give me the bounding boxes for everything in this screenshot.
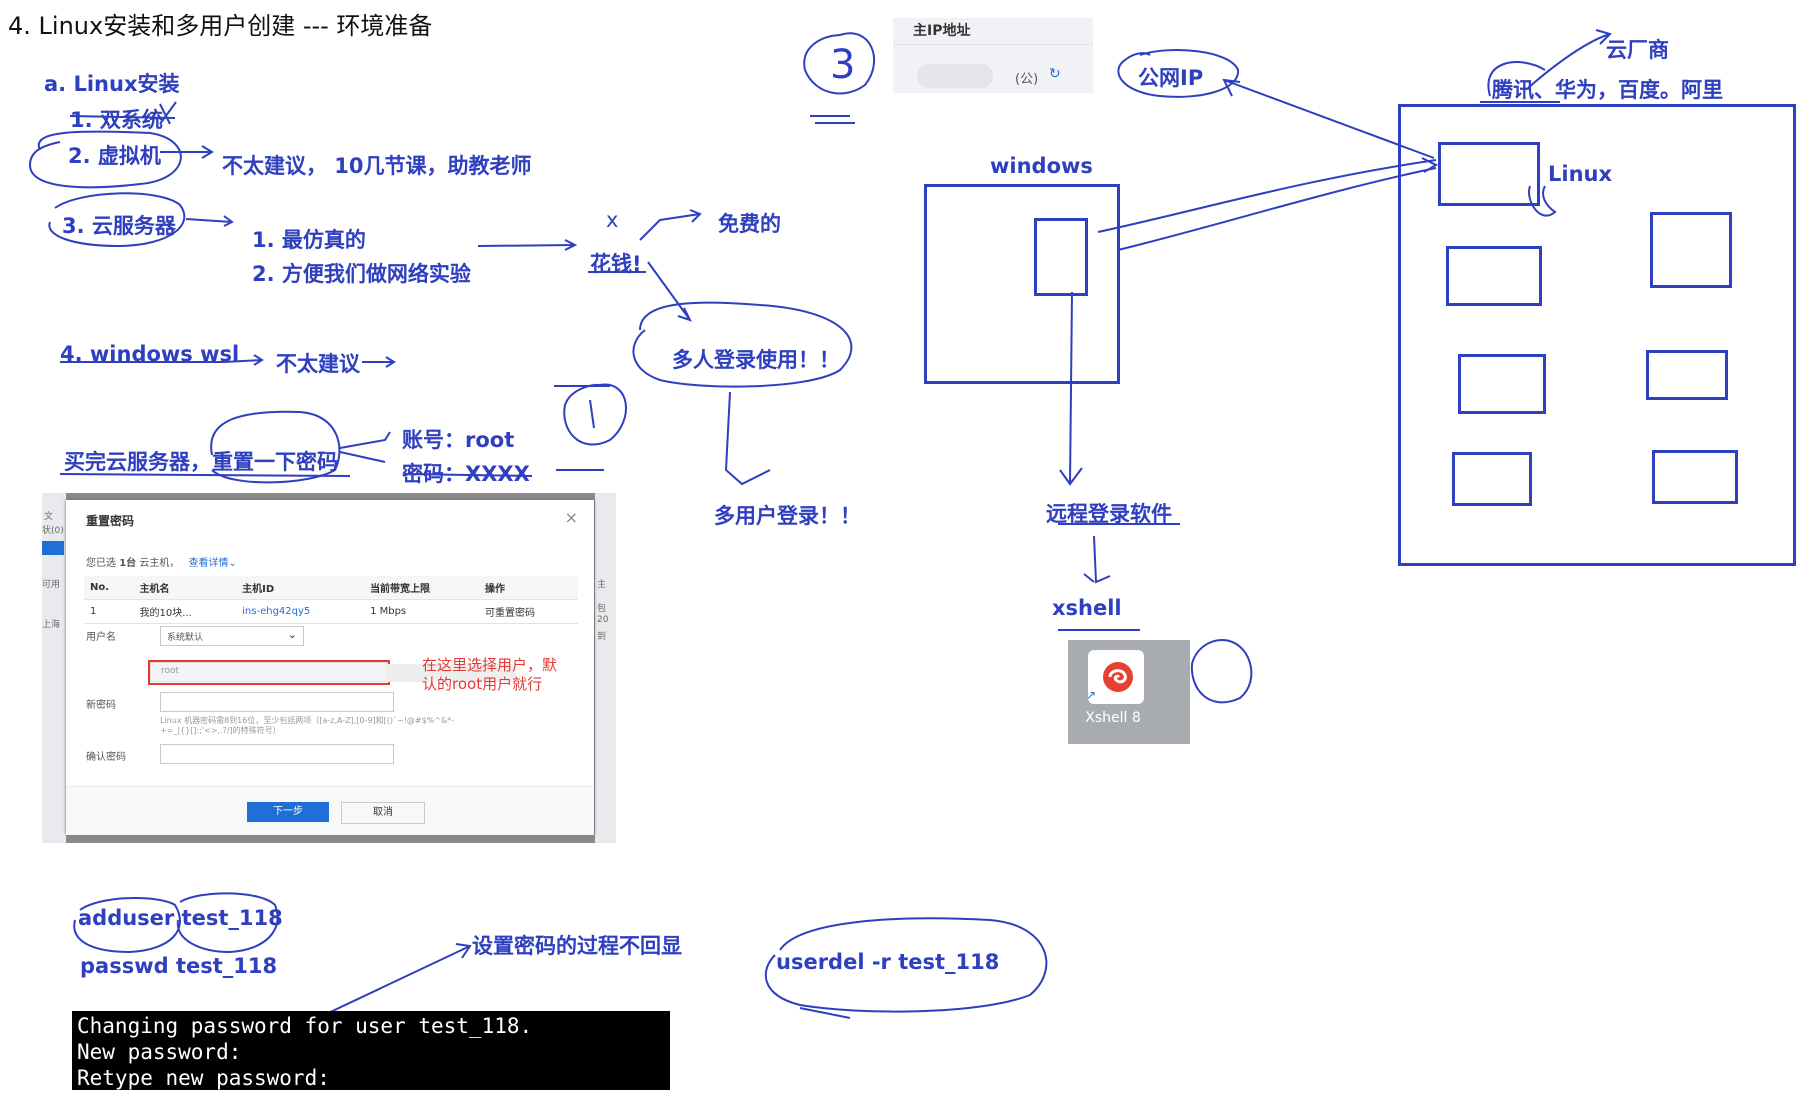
label-public-ip: 公网IP <box>1138 66 1204 90</box>
linux-server-box <box>1438 142 1540 206</box>
xshell-desktop-icon[interactable]: ↗ Xshell 8 <box>1068 640 1190 744</box>
server-box <box>1650 212 1732 288</box>
annotation-select-user: 在这里选择用户，默 认的root用户就行 <box>422 656 558 693</box>
cmd-passwd: passwd test_118 <box>80 954 278 978</box>
host-table: No. 主机名 主机ID 当前带宽上限 操作 1 我的10块... ins-eh… <box>84 576 578 624</box>
note-vm-not-recommended: 不太建议， 10几节课，助教老师 <box>222 154 532 178</box>
username-label: 用户名 <box>86 632 116 643</box>
windows-box <box>924 184 1120 384</box>
chevron-down-icon: ⌄ <box>228 558 237 569</box>
terminal-output: Changing password for user test_118. New… <box>72 1011 670 1090</box>
note-cross-mark: x <box>606 208 619 232</box>
confirm-password-label: 确认密码 <box>86 752 126 763</box>
ip-redacted <box>917 64 993 88</box>
label-xshell: xshell <box>1052 596 1122 620</box>
label-remote-software: 远程登录软件 <box>1046 502 1172 526</box>
xshell-icon-label: Xshell 8 <box>1085 710 1141 726</box>
ip-public-suffix: (公) <box>1015 72 1039 87</box>
note-free: 免费的 <box>718 212 781 236</box>
shortcut-arrow-icon: ↗ <box>1086 688 1097 702</box>
note-dual-system: 1. 双系统 <box>70 108 163 132</box>
note-reset-password: 重置一下密码 <box>212 450 338 474</box>
circle-number-3: 3 <box>830 42 856 88</box>
refresh-icon[interactable]: ↻ <box>1049 66 1061 82</box>
new-password-label: 新密码 <box>86 700 116 711</box>
new-password-input[interactable] <box>160 692 394 712</box>
windows-app-box <box>1034 218 1088 296</box>
highlight-box <box>148 660 390 685</box>
note-cloud-server: 3. 云服务器 <box>62 214 176 238</box>
cmd-adduser: adduser test_118 <box>78 906 283 930</box>
label-windows: windows <box>990 154 1093 178</box>
table-row: 1 我的10块... ins-ehg42qy5 1 Mbps 可重置密码 <box>84 599 578 624</box>
xshell-logo <box>1103 662 1133 692</box>
label-vendors: 腾讯、华为，百度。阿里 <box>1492 78 1723 102</box>
note-after-buy: 买完云服务器， <box>64 450 211 474</box>
page-title: 4. Linux安装和多用户创建 --- 环境准备 <box>8 12 433 40</box>
dialog-bg-right-panel: 主 包 20 到 <box>595 493 616 843</box>
ip-address-panel: 主IP地址 (公) ↻ <box>893 18 1093 93</box>
server-box <box>1646 350 1728 400</box>
next-button[interactable]: 下一步 <box>247 802 329 822</box>
server-box <box>1652 450 1738 504</box>
details-link[interactable]: 查看详情 <box>189 558 229 569</box>
note-multi-login: 多人登录使用！！ <box>672 348 840 372</box>
note-linux-install: a. Linux安装 <box>44 72 180 96</box>
note-reason-network: 2. 方便我们做网络实验 <box>252 262 471 286</box>
cmd-userdel: userdel -r test_118 <box>776 950 1000 974</box>
note-reason-realistic: 1. 最仿真的 <box>252 228 366 252</box>
chevron-down-icon: ⌄ <box>287 628 297 641</box>
table-header-row: No. 主机名 主机ID 当前带宽上限 操作 <box>84 576 578 600</box>
dialog-title: 重置密码 <box>86 514 135 528</box>
cancel-button[interactable]: 取消 <box>341 802 425 824</box>
xshell-logo-icon <box>1088 650 1144 704</box>
host-id-link[interactable]: ins-ehg42qy5 <box>236 599 365 624</box>
server-box <box>1452 452 1532 506</box>
password-hint: Linux 机器密码需8到16位，至少包括两项（[a-z,A-Z],[0-9]和… <box>160 716 455 735</box>
note-virtual-machine: 2. 虚拟机 <box>68 144 161 168</box>
note-windows-wsl: 4. windows wsl <box>60 342 240 366</box>
server-box <box>1458 354 1546 414</box>
note-password: 密码：XXXX <box>402 462 530 486</box>
note-account: 账号：root <box>402 428 515 452</box>
confirm-password-input[interactable] <box>160 744 394 764</box>
dialog-bg-left-panel: 文 状(0) 可用 上海 <box>42 493 66 843</box>
ip-label: 主IP地址 <box>913 23 971 39</box>
note-cost-money: 花钱! <box>590 252 642 276</box>
dialog-selection-summary: 您已选 1台 云主机， 查看详情⌄ <box>86 558 237 569</box>
label-cloud-vendor: 云厂商 <box>1606 38 1669 62</box>
close-icon[interactable]: × <box>565 508 578 527</box>
server-box <box>1446 246 1542 306</box>
note-wsl-not-recommended: 不太建议 <box>276 352 360 376</box>
note-multi-user-login: 多用户登录！！ <box>714 504 861 528</box>
note-no-echo: 设置密码的过程不回显 <box>472 934 682 958</box>
username-select[interactable]: 系统默认 ⌄ <box>160 626 304 646</box>
